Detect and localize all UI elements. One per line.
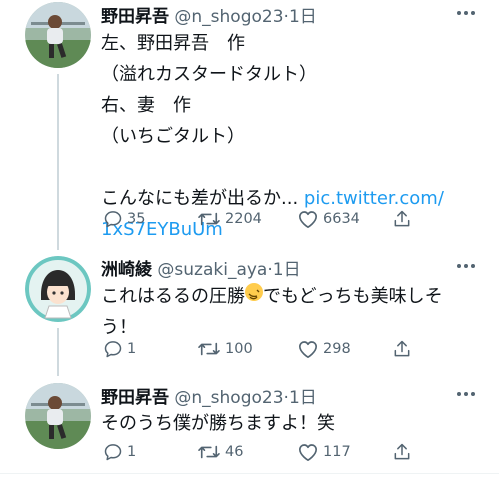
share-button[interactable]: [392, 338, 412, 360]
share-icon: [394, 340, 410, 357]
tweet-header: 野田昇吾 @n_shogo23·1日: [101, 2, 317, 27]
user-photo-icon: [25, 383, 91, 449]
reply-button[interactable]: 1: [103, 338, 136, 360]
retweet-count: 100: [225, 341, 253, 357]
share-button[interactable]: [392, 441, 412, 463]
tweet-line: （溢れカスタードタルト）: [101, 64, 317, 85]
reply-count: 1: [127, 341, 137, 357]
share-icon: [394, 443, 410, 460]
more-options-icon[interactable]: [457, 392, 477, 398]
share-button[interactable]: [392, 208, 412, 230]
thread-line: [57, 328, 59, 376]
heart-icon: [299, 341, 317, 358]
timestamp[interactable]: ·1日: [284, 388, 317, 408]
reply-icon: [104, 444, 122, 461]
display-name[interactable]: 野田昇吾: [101, 388, 169, 408]
share-icon: [394, 210, 410, 227]
retweet-icon: [198, 212, 220, 226]
tweet-header: 洲崎綾 @suzaki_aya·1日: [101, 255, 301, 280]
retweet-count: 2204: [225, 211, 262, 227]
heart-icon: [299, 211, 317, 228]
like-count: 117: [323, 444, 351, 460]
tweet-header: 野田昇吾 @n_shogo23·1日: [101, 383, 317, 408]
more-options-icon[interactable]: [457, 11, 477, 17]
retweet-icon: [198, 445, 220, 459]
user-handle[interactable]: @n_shogo23: [174, 7, 283, 27]
avatar[interactable]: [25, 2, 91, 68]
tweet-line-text: こんなにも差が出るか...: [101, 188, 299, 209]
like-button[interactable]: 298: [297, 338, 351, 360]
display-name[interactable]: 洲崎綾: [101, 260, 152, 280]
retweet-count: 46: [225, 444, 244, 460]
retweet-button[interactable]: 2204: [197, 208, 262, 230]
more-options-icon[interactable]: [457, 264, 477, 270]
tweet-line-text: でもどっちも美味しそ: [263, 286, 443, 307]
retweet-button[interactable]: 46: [197, 441, 243, 463]
reply-button[interactable]: 35: [103, 208, 145, 230]
like-count: 298: [323, 341, 351, 357]
media-link[interactable]: pic.twitter.com/: [304, 188, 444, 209]
tweet-line: （いちごタルト）: [101, 126, 245, 147]
reply-icon: [104, 211, 122, 228]
reply-count: 35: [127, 211, 146, 227]
like-count: 6634: [323, 211, 360, 227]
retweet-icon: [198, 342, 220, 356]
display-name[interactable]: 野田昇吾: [101, 7, 169, 27]
tweet-text: これはるるの圧勝 でもどっちも美味しそ う！: [101, 281, 443, 343]
tweet-line: 右、妻 作: [101, 95, 191, 116]
heart-icon: [299, 444, 317, 461]
user-photo-icon: [25, 2, 91, 68]
like-button[interactable]: 6634: [297, 208, 360, 230]
timestamp[interactable]: ·1日: [284, 7, 317, 27]
avatar[interactable]: [25, 256, 91, 322]
user-handle[interactable]: @suzaki_aya: [157, 260, 267, 280]
avatar[interactable]: [25, 383, 91, 449]
divider: [0, 473, 499, 474]
thread-line: [57, 74, 59, 250]
tweet-line: これはるるの圧勝 でもどっちも美味しそ: [101, 281, 443, 312]
rolling-on-floor-laughing-emoji-icon: [245, 283, 263, 301]
tweet-line-text: これはるるの圧勝: [101, 286, 245, 307]
retweet-button[interactable]: 100: [197, 338, 253, 360]
user-handle[interactable]: @n_shogo23: [174, 388, 283, 408]
reply-count: 1: [127, 444, 137, 460]
tweet-line: [101, 152, 444, 183]
tweet-line: 左、野田昇吾 作: [101, 33, 245, 54]
reply-button[interactable]: 1: [103, 441, 136, 463]
tweet-line: そのうち僕が勝ちますよ！笑: [101, 413, 335, 434]
timestamp[interactable]: ·1日: [267, 260, 300, 280]
tweet-text: そのうち僕が勝ちますよ！笑: [101, 408, 335, 439]
reply-icon: [104, 341, 122, 358]
illustrated-avatar-icon: [25, 256, 91, 322]
like-button[interactable]: 117: [297, 441, 351, 463]
